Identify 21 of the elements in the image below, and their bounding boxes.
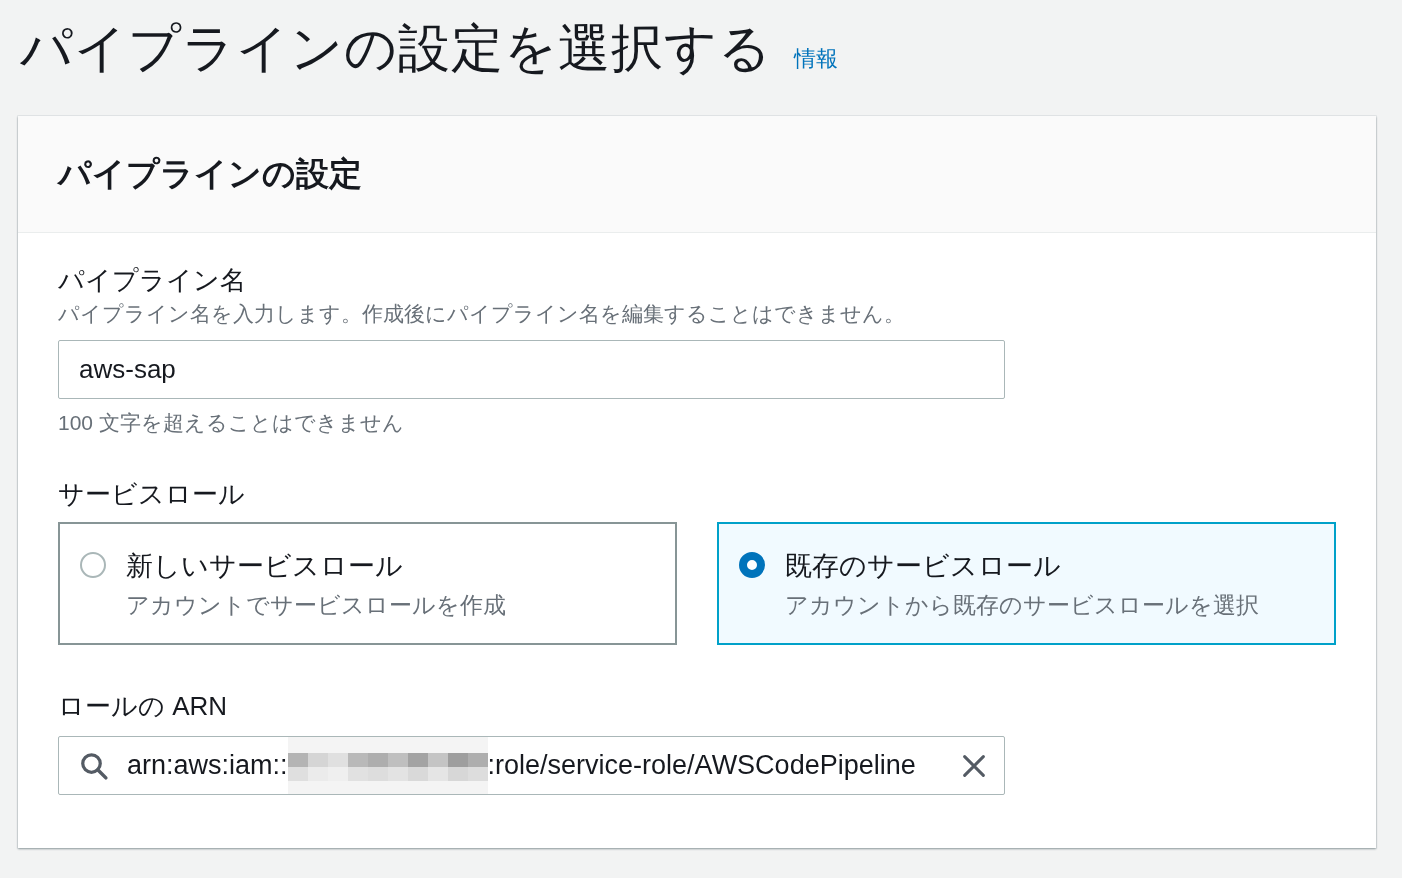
info-link[interactable]: 情報 — [794, 44, 838, 74]
field-label: パイプライン名 — [58, 264, 247, 297]
page-title: パイプラインの設定を選択する — [20, 18, 772, 79]
option-title: 新しいサービスロール — [126, 550, 404, 583]
arn-value: arn:aws:iam:: — [127, 750, 288, 781]
radio-button[interactable] — [80, 552, 106, 578]
field-label: ロールの ARN — [58, 690, 229, 723]
field-label: サービスロール — [58, 478, 246, 511]
search-icon — [79, 750, 109, 781]
role-option[interactable]: 既存のサービスロール アカウントから既存のサービスロールを選択 — [717, 522, 1336, 645]
field-description: パイプライン名を入力します。作成後にパイプライン名を編集することはできません。 — [58, 301, 906, 327]
option-description: アカウントから既存のサービスロールを選択 — [785, 591, 1259, 620]
role-option[interactable]: 新しいサービスロール アカウントでサービスロールを作成 — [58, 522, 677, 645]
option-description: アカウントでサービスロールを作成 — [126, 591, 506, 620]
field-constraint: 100 文字を超えることはできません — [58, 410, 405, 436]
arn-value: :role/service-role/AWSCodePipeline — [487, 750, 916, 781]
panel-title: パイプラインの設定 — [58, 153, 362, 194]
role-arn-field[interactable]: arn:aws:iam:: :role/service-role/AWSCodePipeline — [58, 736, 1005, 795]
option-title: 既存のサービスロール — [785, 550, 1062, 583]
radio-button[interactable] — [739, 552, 765, 578]
pipeline-name-field[interactable]: aws-sap — [58, 340, 1005, 399]
